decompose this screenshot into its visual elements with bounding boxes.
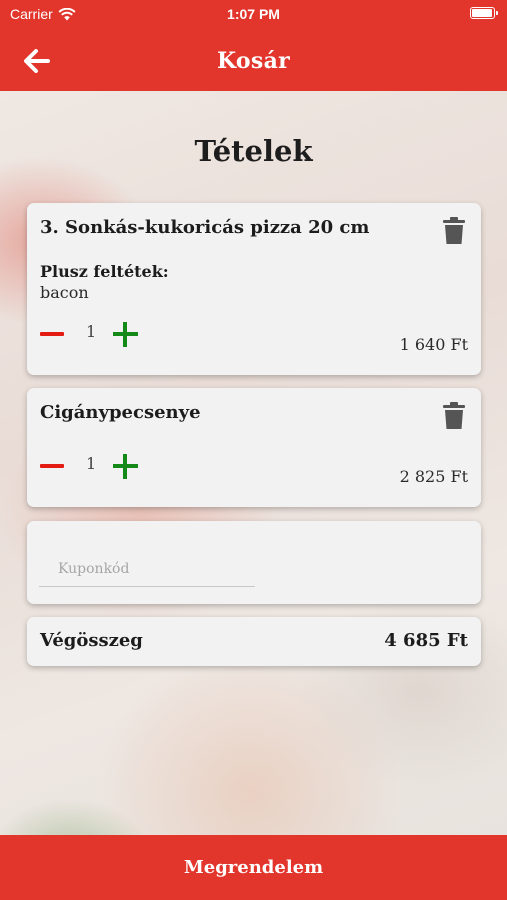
battery-level: [472, 9, 492, 17]
increase-quantity-button[interactable]: [113, 454, 138, 479]
section-title: Tételek: [194, 134, 313, 168]
battery-icon: [470, 7, 498, 19]
quantity-value: 1: [86, 454, 97, 473]
increase-quantity-button[interactable]: [113, 322, 138, 347]
page-title: Kosár: [216, 48, 291, 74]
quantity-value: 1: [86, 322, 97, 341]
cart-item-card: 3. Sonkás-kukoricás pizza 20 cm Plusz fe…: [27, 203, 481, 375]
cart-item-name: Cigánypecsenye: [40, 402, 201, 423]
top-bar: Carrier 1:07 PM Kosár: [0, 0, 507, 91]
item-price: 2 825 Ft: [399, 467, 468, 486]
extras-label: Plusz feltétek:: [40, 262, 169, 281]
item-price: 1 640 Ft: [399, 335, 468, 354]
cart-item-name: 3. Sonkás-kukoricás pizza 20 cm: [40, 217, 370, 238]
coupon-code-input[interactable]: [39, 551, 255, 587]
status-bar: Carrier 1:07 PM: [0, 0, 507, 28]
decrease-quantity-button[interactable]: [40, 464, 64, 468]
trash-icon[interactable]: [443, 402, 465, 429]
place-order-button[interactable]: Megrendelem: [0, 835, 507, 900]
status-time: 1:07 PM: [227, 6, 280, 22]
cart-item-card: Cigánypecsenye 1 2 825 Ft: [27, 388, 481, 507]
total-value: 4 685 Ft: [384, 630, 468, 651]
total-card: Végösszeg 4 685 Ft: [27, 617, 481, 666]
trash-icon[interactable]: [443, 217, 465, 244]
extras-value: bacon: [40, 283, 89, 302]
total-label: Végösszeg: [40, 630, 143, 651]
navigation-bar: Kosár: [0, 38, 507, 84]
decrease-quantity-button[interactable]: [40, 332, 64, 336]
coupon-card: [27, 521, 481, 604]
